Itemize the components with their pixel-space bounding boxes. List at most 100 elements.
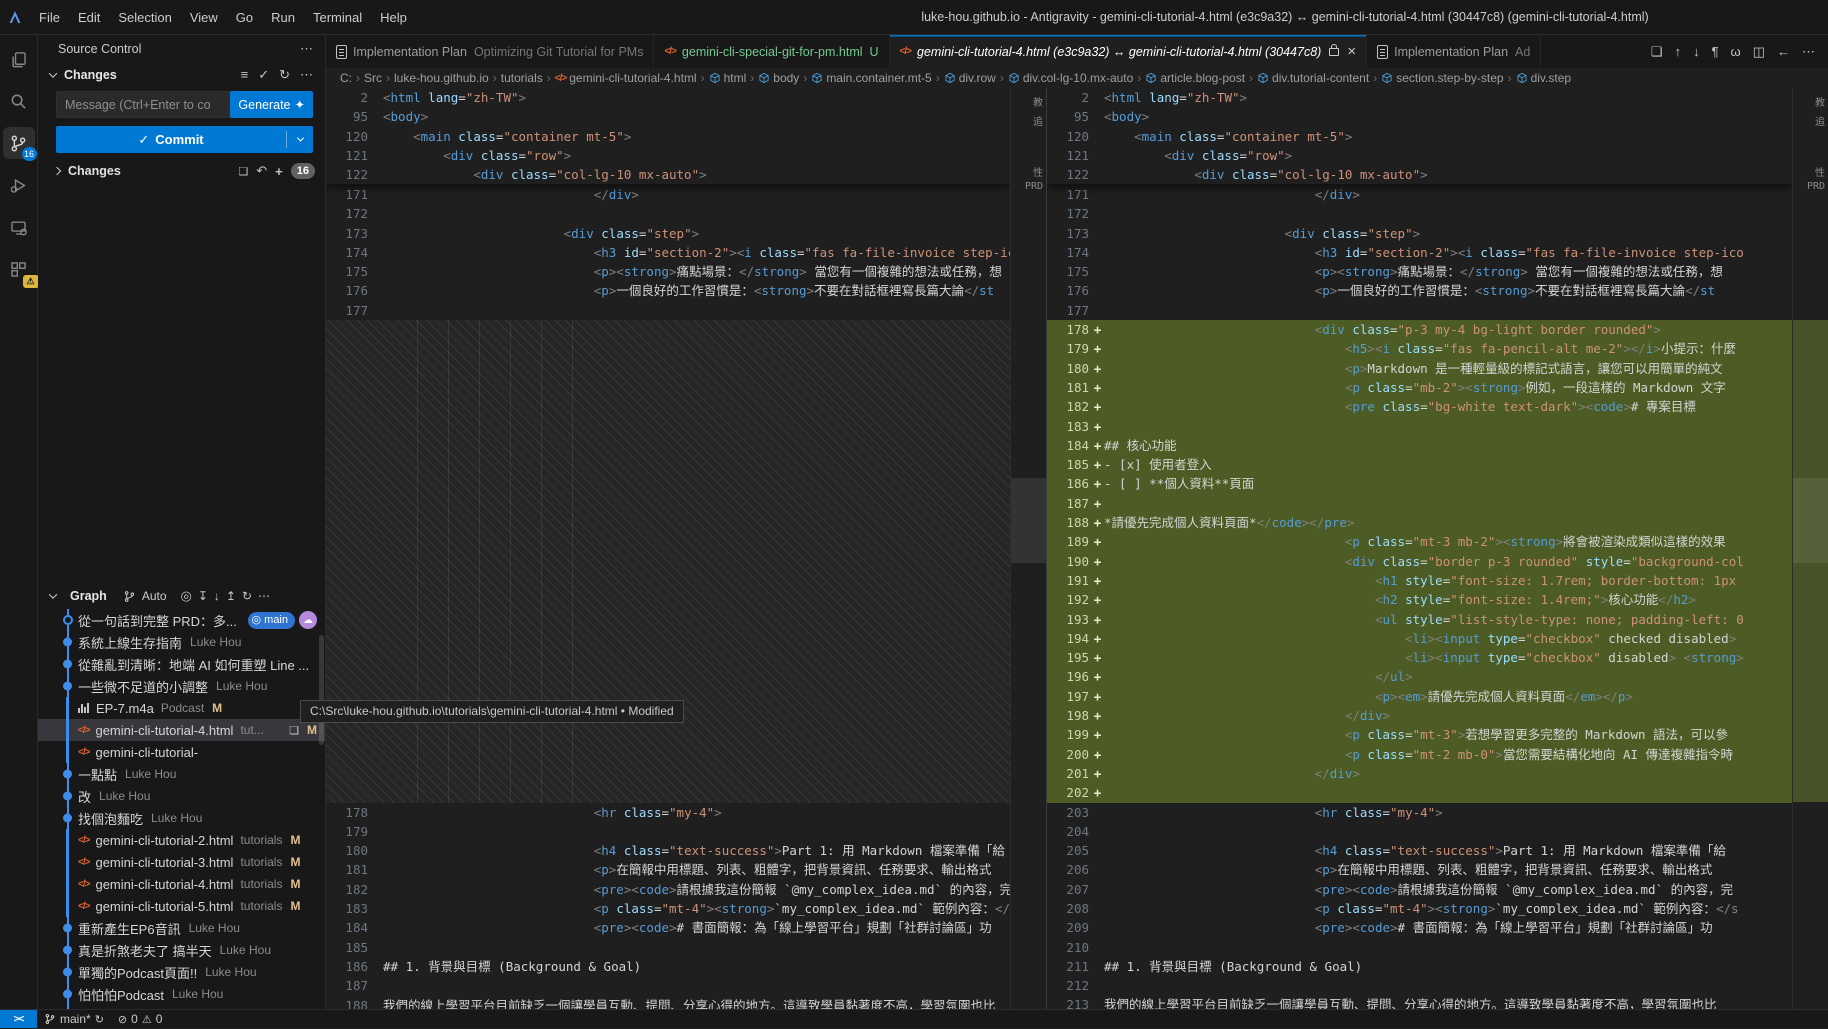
code-line[interactable]: 212	[1047, 976, 1792, 995]
code-line[interactable]: 182 <pre><code>請根據我這份簡報 `@my_complex_ide…	[326, 880, 1010, 899]
code-line[interactable]: 187+	[1047, 494, 1792, 513]
graph-commit-row[interactable]: 系統上線生存指南Luke Hou	[38, 631, 325, 653]
stage-all-icon[interactable]: +	[275, 164, 283, 179]
sticky-code-line[interactable]: 122 <div class="col-lg-10 mx-auto">	[326, 165, 1010, 184]
breadcrumb-item[interactable]: luke-hou.github.io	[394, 71, 489, 85]
generate-commit-message-button[interactable]: Generate ✦	[230, 91, 313, 118]
sticky-code-line[interactable]: 120 <main class="container mt-5">	[326, 127, 1010, 146]
breadcrumb-item[interactable]: </>gemini-cli-tutorial-4.html	[555, 71, 697, 85]
breadcrumb-item[interactable]: tutorials	[501, 71, 543, 85]
breadcrumb-item[interactable]: section.step-by-step	[1381, 71, 1503, 85]
pull-icon[interactable]: ↓	[214, 589, 220, 603]
graph-commit-row[interactable]: 怕怕怕PodcastLuke Hou	[38, 983, 325, 1005]
more-actions-icon[interactable]: ⋯	[300, 67, 313, 83]
sticky-code-line[interactable]: 95<body>	[326, 107, 1010, 126]
breadcrumb-item[interactable]: html	[709, 71, 747, 85]
breadcrumb-item[interactable]: div.step	[1516, 71, 1571, 85]
menu-run[interactable]: Run	[262, 6, 304, 29]
minimap-modified[interactable]: 教追性PRD	[1792, 88, 1828, 1009]
search-icon[interactable]	[3, 85, 35, 117]
diff-modified-pane[interactable]: 171 </div>172173 <div class="step">174 <…	[1047, 88, 1828, 1009]
graph-section-header[interactable]: Graph Auto ◎ ↧ ↓ ↥ ↻ ⋯	[38, 583, 325, 609]
scm-more-actions-icon[interactable]: ⋯	[300, 41, 313, 57]
code-line[interactable]: 177	[1047, 301, 1792, 320]
code-line[interactable]: 184+## 核心功能	[1047, 436, 1792, 455]
sticky-code-line[interactable]: 121 <div class="row">	[326, 146, 1010, 165]
remote-indicator[interactable]: ><	[0, 1010, 37, 1028]
code-line[interactable]: 172	[326, 204, 1010, 223]
code-line[interactable]: 182+ <pre class="bg-white text-dark"><co…	[1047, 397, 1792, 416]
tab[interactable]: </>gemini-cli-tutorial-4.html (e3c9a32) …	[890, 35, 1368, 68]
refresh-icon[interactable]: ↻	[242, 589, 252, 603]
code-line[interactable]: 175 <p><strong>痛點場景：</strong> 當您有一個複雜的想法…	[326, 262, 1010, 281]
code-line[interactable]: 211## 1. 背景與目標 (Background & Goal)	[1047, 957, 1792, 976]
next-change-icon[interactable]: ↓	[1688, 41, 1705, 62]
sticky-code-line[interactable]: 2<html lang="zh-TW">	[1047, 88, 1792, 107]
explorer-icon[interactable]	[3, 43, 35, 75]
graph-file-row[interactable]: </>gemini-cli-tutorial-3.htmltutorialsM	[38, 851, 325, 873]
graph-commit-row[interactable]: 從一句話到完整 PRD：多...◎main☁	[38, 609, 325, 631]
code-line[interactable]: 183 <p class="mt-4"><strong>`my_complex_…	[326, 899, 1010, 918]
code-line[interactable]: 213我們的線上學習平台目前缺乏一個讓學員互動、提問、分享心得的地方。這導致學員…	[1047, 995, 1792, 1009]
code-line[interactable]: 187	[326, 976, 1010, 995]
discard-changes-icon[interactable]: ↶	[256, 163, 267, 179]
code-line[interactable]: 178+ <div class="p-3 my-4 bg-light borde…	[1047, 320, 1792, 339]
sticky-code-line[interactable]: 2<html lang="zh-TW">	[326, 88, 1010, 107]
code-line[interactable]: 188我們的線上學習平台目前缺乏一個讓學員互動、提問、分享心得的地方。這導致學員…	[326, 996, 1010, 1009]
more-actions-icon[interactable]: ⋯	[258, 589, 270, 603]
changes-section-header[interactable]: Changes ≡ ✓ ↻ ⋯	[38, 63, 325, 87]
open-file-icon[interactable]: ❏	[289, 724, 299, 737]
code-line[interactable]: 197+ <p><em>請優先完成個人資料頁面</em></p>	[1047, 687, 1792, 706]
code-line[interactable]: 190+ <div class="border p-3 rounded" sty…	[1047, 552, 1792, 571]
view-as-list-icon[interactable]: ≡	[241, 67, 249, 83]
code-line[interactable]: 208 <p class="mt-4"><strong>`my_complex_…	[1047, 899, 1792, 918]
code-line[interactable]: 181+ <p class="mb-2"><strong>例如，一段這樣的 Ma…	[1047, 378, 1792, 397]
graph-commit-row[interactable]: 從雜亂到清晰：地端 AI 如何重塑 Line ...	[38, 653, 325, 675]
sidebar-scrollbar[interactable]	[319, 635, 324, 745]
code-line[interactable]: 201+ </div>	[1047, 764, 1792, 783]
commit-dropdown-button[interactable]	[287, 137, 313, 142]
code-line[interactable]: 176 <p>一個良好的工作習慣是：<strong>不要在對話框裡寫長篇大論</…	[326, 281, 1010, 300]
sticky-code-line[interactable]: 122 <div class="col-lg-10 mx-auto">	[1047, 165, 1792, 184]
open-changes-icon[interactable]: ❏	[1646, 41, 1668, 63]
code-line[interactable]: 202+	[1047, 783, 1792, 802]
code-line[interactable]: 209 <pre><code># 書面簡報：為「線上學習平台」規劃「社群討論區」…	[1047, 918, 1792, 937]
graph-commit-row[interactable]: 改Luke Hou	[38, 785, 325, 807]
extensions-icon[interactable]: ⚠	[3, 253, 35, 285]
code-line[interactable]: 185+- [x] 使用者登入	[1047, 455, 1792, 474]
graph-file-row[interactable]: </>gemini-cli-tutorial-4.htmltutorialsM	[38, 873, 325, 895]
more-actions-icon[interactable]: ⋯	[1797, 41, 1820, 63]
breadcrumb-item[interactable]: div.col-lg-10.mx-auto	[1008, 71, 1133, 85]
code-line[interactable]: 183+	[1047, 417, 1792, 436]
graph-file-row[interactable]: EP-7.m4aPodcastM	[38, 697, 325, 719]
code-line[interactable]: 196+ </ul>	[1047, 667, 1792, 686]
code-line[interactable]: 205 <h4 class="text-success">Part 1: 用 M…	[1047, 841, 1792, 860]
menu-help[interactable]: Help	[371, 6, 416, 29]
graph-file-row[interactable]: </>gemini-cli-tutorial-4.htmltut...❏M	[38, 719, 325, 741]
code-line[interactable]: 207 <pre><code>請根據我這份簡報 `@my_complex_ide…	[1047, 880, 1792, 899]
code-line[interactable]: 176 <p>一個良好的工作習慣是：<strong>不要在對話框裡寫長篇大論</…	[1047, 281, 1792, 300]
fetch-icon[interactable]: ↧	[198, 589, 208, 603]
code-line[interactable]: 181 <p>在簡報中用標題、列表、粗體字，把背景資訊、任務要求、輸出格式	[326, 860, 1010, 879]
menu-terminal[interactable]: Terminal	[304, 6, 371, 29]
open-file-icon[interactable]: ❏	[238, 165, 248, 178]
menu-edit[interactable]: Edit	[69, 6, 109, 29]
graph-commit-row[interactable]: 找個泡麵吃Luke Hou	[38, 807, 325, 829]
split-editor-icon[interactable]: ◫	[1748, 41, 1770, 63]
code-line[interactable]: 194+ <li><input type="checkbox" checked …	[1047, 629, 1792, 648]
code-line[interactable]: 206 <p>在簡報中用標題、列表、粗體字，把背景資訊、任務要求、輸出格式	[1047, 860, 1792, 879]
code-line[interactable]: 177	[326, 301, 1010, 320]
code-line[interactable]: 179	[326, 822, 1010, 841]
graph-commit-row[interactable]: 嘗試加入 AI Podcast 節目Luke Hou	[38, 1005, 325, 1009]
back-icon[interactable]: ←	[1772, 41, 1795, 62]
tab[interactable]: </>gemini-cli-special-git-for-pm.htmlU	[654, 35, 889, 68]
code-line[interactable]: 185	[326, 938, 1010, 957]
refresh-icon[interactable]: ↻	[279, 67, 290, 83]
code-line[interactable]: 174 <h3 id="section-2"><i class="fas fa-…	[1047, 243, 1792, 262]
minimap-slider[interactable]	[1793, 478, 1828, 563]
tab[interactable]: Implementation PlanAd	[1367, 35, 1541, 68]
code-line[interactable]: 180 <h4 class="text-success">Part 1: 用 M…	[326, 841, 1010, 860]
minimap-original[interactable]: 教追性PRD	[1010, 88, 1046, 1009]
previous-change-icon[interactable]: ↑	[1670, 41, 1687, 62]
menu-file[interactable]: File	[30, 6, 69, 29]
